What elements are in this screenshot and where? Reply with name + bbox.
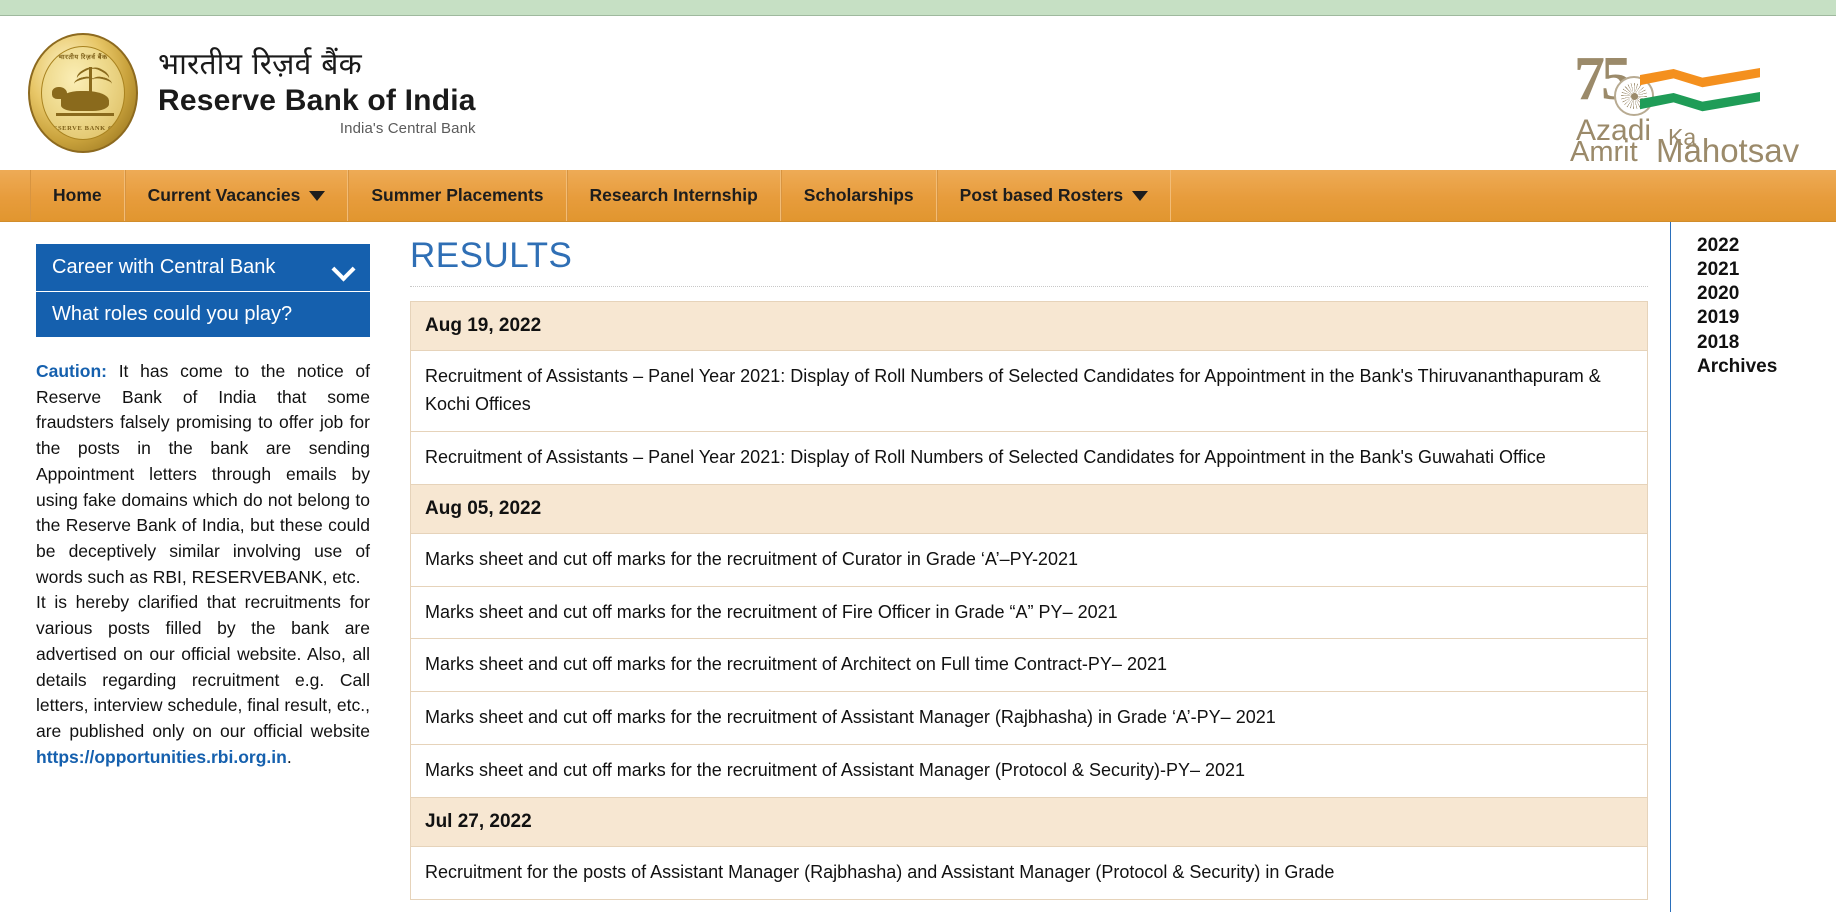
year-archive-rail: 2022 2021 2020 2019 2018 Archives <box>1670 222 1836 912</box>
result-entry-link[interactable]: Marks sheet and cut off marks for the re… <box>410 585 1648 640</box>
table-row[interactable]: Marks sheet and cut off marks for the re… <box>410 585 1648 640</box>
result-entry-link[interactable]: Marks sheet and cut off marks for the re… <box>410 638 1648 693</box>
nav-item-label: Scholarships <box>803 185 914 205</box>
year-filter-2019[interactable]: 2019 <box>1697 306 1836 330</box>
sidebar-menu: Career with Central Bank What roles coul… <box>36 244 370 337</box>
caution-paragraph-2: It is hereby clarified that recruitments… <box>36 590 370 770</box>
chevron-down-icon <box>309 190 326 201</box>
nav-item-label: Research Internship <box>589 185 758 205</box>
results-date-header-row: Aug 19, 2022 <box>410 301 1648 351</box>
title-divider <box>410 286 1648 287</box>
page-title: RESULTS <box>410 236 573 275</box>
brand-tagline: India's Central Bank <box>339 120 476 138</box>
nav-item-post-based-rosters[interactable]: Post based Rosters <box>936 170 1172 221</box>
result-entry-link[interactable]: Recruitment for the posts of Assistant M… <box>410 846 1648 901</box>
flag-green-band-icon <box>1640 92 1760 112</box>
nav-item-label: Current Vacancies <box>147 185 301 205</box>
azadi-ka-amrit-mahotsav-logo[interactable]: 75 Azadi Ka Amrit Mahotsav <box>1570 38 1800 169</box>
results-date-label: Aug 05, 2022 <box>410 483 1648 534</box>
nav-item-research-internship[interactable]: Research Internship <box>566 170 781 221</box>
table-row[interactable]: Recruitment of Assistants – Panel Year 2… <box>410 430 1648 485</box>
nav-item-label: Home <box>53 185 102 205</box>
table-row[interactable]: Recruitment for the posts of Assistant M… <box>410 846 1648 901</box>
sidebar-menu-head-label: Career with Central Bank <box>52 256 276 278</box>
result-entry-link[interactable]: Marks sheet and cut off marks for the re… <box>410 532 1648 587</box>
chevron-down-icon <box>1132 190 1149 201</box>
brand-name-hindi: भारतीय रिज़र्व बैंक <box>158 46 362 82</box>
sidebar-item-what-roles-could-you-play[interactable]: What roles could you play? <box>36 292 370 337</box>
results-table: Aug 19, 2022 Recruitment of Assistants –… <box>410 301 1648 901</box>
caution-paragraph-1: Caution: It has come to the notice of Re… <box>36 359 370 590</box>
brand-name-english: Reserve Bank of India <box>158 83 476 117</box>
result-entry-link[interactable]: Marks sheet and cut off marks for the re… <box>410 691 1648 746</box>
table-row[interactable]: Marks sheet and cut off marks for the re… <box>410 691 1648 746</box>
site-masthead: भारतीय रिज़र्व बैंक RESERVE BANK OF भारत… <box>0 16 1836 170</box>
result-entry-link[interactable]: Recruitment of Assistants – Panel Year 2… <box>410 350 1648 432</box>
amrit-word: Amrit <box>1570 136 1638 168</box>
rbi-opportunities-link[interactable]: https://opportunities.rbi.org.in <box>36 747 287 767</box>
nav-item-label: Post based Rosters <box>959 185 1124 205</box>
caution-text-3: . <box>286 746 292 767</box>
results-main-content: RESULTS Aug 19, 2022 Recruitment of Assi… <box>400 222 1670 912</box>
caution-text-1: It has come to the notice of Reserve Ban… <box>36 361 370 587</box>
result-entry-link[interactable]: Recruitment of Assistants – Panel Year 2… <box>410 430 1648 485</box>
nav-item-home[interactable]: Home <box>30 170 125 221</box>
flag-saffron-band-icon <box>1640 68 1760 88</box>
results-date-label: Jul 27, 2022 <box>410 797 1648 848</box>
nav-item-current-vacancies[interactable]: Current Vacancies <box>124 170 349 221</box>
year-filter-2021[interactable]: 2021 <box>1697 258 1836 282</box>
caution-text-2: It is hereby clarified that recruitments… <box>36 592 370 742</box>
nav-item-label: Summer Placements <box>371 185 544 205</box>
primary-navigation: Home Current Vacancies Summer Placements… <box>0 170 1836 222</box>
sidebar-item-career-with-central-bank[interactable]: Career with Central Bank <box>36 244 370 292</box>
table-row[interactable]: Marks sheet and cut off marks for the re… <box>410 638 1648 693</box>
page-body: Career with Central Bank What roles coul… <box>0 222 1836 912</box>
top-accent-bar <box>0 0 1836 16</box>
year-filter-archives[interactable]: Archives <box>1697 355 1836 379</box>
rbi-brand-logo[interactable]: भारतीय रिज़र्व बैंक RESERVE BANK OF भारत… <box>28 33 476 153</box>
left-sidebar: Career with Central Bank What roles coul… <box>0 222 400 912</box>
sidebar-menu-item-label: What roles could you play? <box>52 303 293 325</box>
mahotsav-word: Mahotsav <box>1656 132 1800 169</box>
table-row[interactable]: Marks sheet and cut off marks for the re… <box>410 532 1648 587</box>
table-row[interactable]: Marks sheet and cut off marks for the re… <box>410 744 1648 799</box>
caution-label: Caution: <box>36 361 107 381</box>
rbi-seal-icon: भारतीय रिज़र्व बैंक RESERVE BANK OF <box>28 33 138 153</box>
year-filter-2018[interactable]: 2018 <box>1697 331 1836 355</box>
seal-top-text: भारतीय रिज़र्व बैंक <box>58 54 108 61</box>
results-date-label: Aug 19, 2022 <box>410 301 1648 351</box>
chevron-down-icon <box>334 258 354 278</box>
caution-notice: Caution: It has come to the notice of Re… <box>36 359 370 771</box>
results-date-header-row: Aug 05, 2022 <box>410 483 1648 534</box>
nav-item-summer-placements[interactable]: Summer Placements <box>348 170 567 221</box>
table-row[interactable]: Recruitment of Assistants – Panel Year 2… <box>410 350 1648 432</box>
year-filter-2020[interactable]: 2020 <box>1697 282 1836 306</box>
nav-item-scholarships[interactable]: Scholarships <box>780 170 937 221</box>
results-date-header-row: Jul 27, 2022 <box>410 797 1648 848</box>
year-filter-2022[interactable]: 2022 <box>1697 234 1836 258</box>
seal-bottom-text: RESERVE BANK OF <box>47 125 119 132</box>
result-entry-link[interactable]: Marks sheet and cut off marks for the re… <box>410 744 1648 799</box>
